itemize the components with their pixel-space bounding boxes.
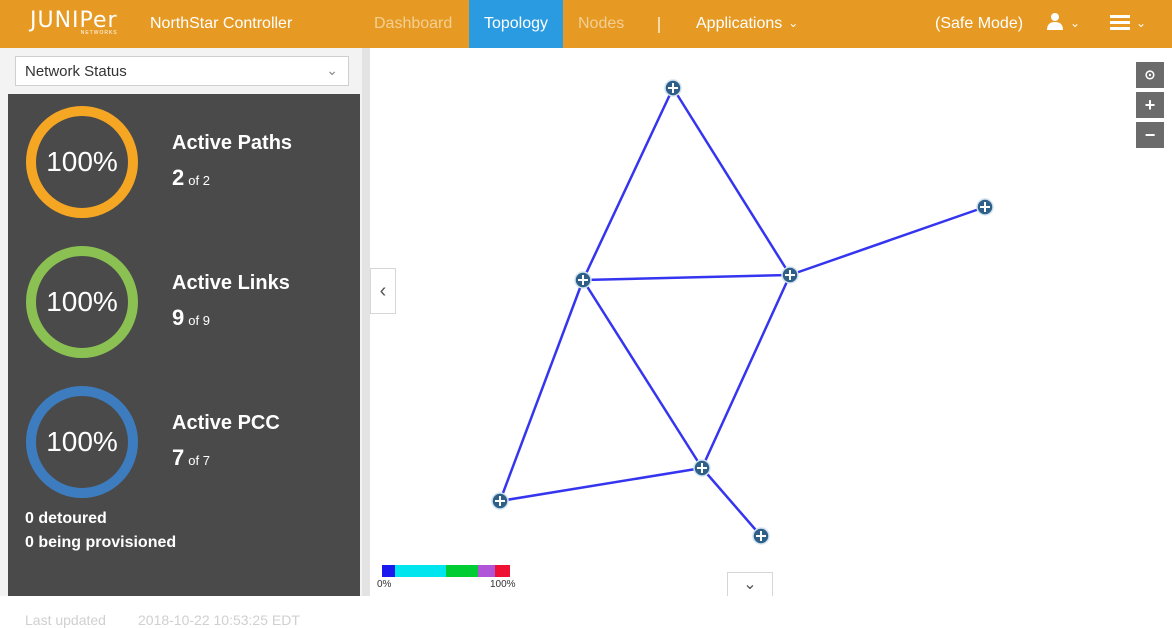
topology-link[interactable] xyxy=(581,87,675,281)
fit-view-button[interactable]: ⊙ xyxy=(1136,62,1164,88)
active-pcc-percent: 100% xyxy=(46,426,118,457)
topology-links xyxy=(498,87,986,537)
router-node[interactable] xyxy=(574,271,592,289)
active-links-title: Active Links xyxy=(172,272,290,294)
topology-link[interactable] xyxy=(582,273,791,282)
user-menu[interactable]: ⌄ xyxy=(1046,0,1080,48)
tab-topology[interactable]: Topology xyxy=(469,0,563,48)
active-links-ring: 100% xyxy=(26,246,138,358)
utilization-legend xyxy=(382,565,510,577)
topology-link[interactable] xyxy=(701,467,762,537)
logo-wordmark: JUNIPer xyxy=(30,8,118,33)
active-pcc-value: 7 xyxy=(172,445,185,470)
topology-link[interactable] xyxy=(498,279,585,502)
last-updated-value: 2018-10-22 10:53:25 EDT xyxy=(138,612,300,628)
router-node[interactable] xyxy=(752,527,770,545)
active-pcc-total: of 7 xyxy=(188,453,210,468)
chevron-down-icon: ⌄ xyxy=(326,62,338,78)
chevron-down-icon: ⌄ xyxy=(1070,16,1081,30)
nav-separator xyxy=(658,17,660,33)
hamburger-icon xyxy=(1110,15,1130,30)
view-select-value: Network Status xyxy=(25,63,127,80)
active-links-percent: 100% xyxy=(46,286,118,317)
safe-mode-indicator: (Safe Mode) xyxy=(935,15,1024,32)
user-icon xyxy=(1047,13,1063,30)
chevron-down-icon: ⌄ xyxy=(1136,16,1147,30)
chevron-down-icon: ⌄ xyxy=(788,16,799,30)
router-node[interactable] xyxy=(976,198,994,216)
active-pcc-title: Active PCC xyxy=(172,412,280,434)
active-paths-total: of 2 xyxy=(188,173,210,188)
main-menu[interactable]: ⌄ xyxy=(1110,0,1146,48)
topology-nodes xyxy=(491,79,994,545)
active-paths-value: 2 xyxy=(172,165,185,190)
applications-menu[interactable]: Applications ⌄ xyxy=(696,0,798,48)
topology-link[interactable] xyxy=(671,87,792,276)
legend-max-label: 100% xyxy=(490,579,516,590)
router-node[interactable] xyxy=(491,492,509,510)
expand-bottom-panel-button[interactable]: ⌄ xyxy=(727,572,773,596)
target-icon: ⊙ xyxy=(1144,67,1156,82)
plus-icon: + xyxy=(1144,95,1156,115)
router-node[interactable] xyxy=(664,79,682,97)
active-paths-count: 2 of 2 xyxy=(172,165,210,191)
topology-link[interactable] xyxy=(581,279,704,469)
tab-nodes[interactable]: Nodes xyxy=(578,0,624,48)
chevron-down-icon: ⌄ xyxy=(743,576,757,593)
active-paths-title: Active Paths xyxy=(172,132,293,154)
juniper-logo[interactable]: JUNIPer NETWORKS xyxy=(30,10,118,40)
topology-link[interactable] xyxy=(700,274,792,469)
top-bar: JUNIPer NETWORKS NorthStar Controller Da… xyxy=(0,0,1172,48)
app-title: NorthStar Controller xyxy=(150,15,293,32)
legend-min-label: 0% xyxy=(377,579,392,590)
detoured-count: 0 detoured xyxy=(25,510,107,527)
view-select[interactable]: Network Status ⌄ xyxy=(15,56,349,86)
topology-link[interactable] xyxy=(499,466,703,503)
panel-divider[interactable] xyxy=(362,48,370,596)
active-links-count: 9 of 9 xyxy=(172,305,210,331)
network-status-panel: 100% Active Paths 2 of 2 100% Active Link… xyxy=(8,94,360,628)
router-node[interactable] xyxy=(781,266,799,284)
active-pcc-count: 7 of 7 xyxy=(172,445,210,471)
active-paths-ring: 100% xyxy=(26,106,138,218)
minus-icon: − xyxy=(1144,125,1156,145)
zoom-in-button[interactable]: + xyxy=(1136,92,1164,118)
provisioning-count: 0 being provisioned xyxy=(25,534,177,551)
tab-dashboard[interactable]: Dashboard xyxy=(374,0,452,48)
topology-map[interactable] xyxy=(370,48,1172,596)
zoom-out-button[interactable]: − xyxy=(1136,122,1164,148)
active-links-value: 9 xyxy=(172,305,185,330)
router-node[interactable] xyxy=(693,459,711,477)
active-paths-percent: 100% xyxy=(46,146,118,177)
left-panel: Network Status ⌄ 100% Active Paths 2 of 2… xyxy=(0,48,370,628)
active-pcc-ring: 100% xyxy=(26,386,138,498)
active-links-total: of 9 xyxy=(188,313,210,328)
applications-label: Applications xyxy=(696,15,783,32)
topology-link[interactable] xyxy=(789,205,986,277)
last-updated-label: Last updated xyxy=(25,612,106,628)
